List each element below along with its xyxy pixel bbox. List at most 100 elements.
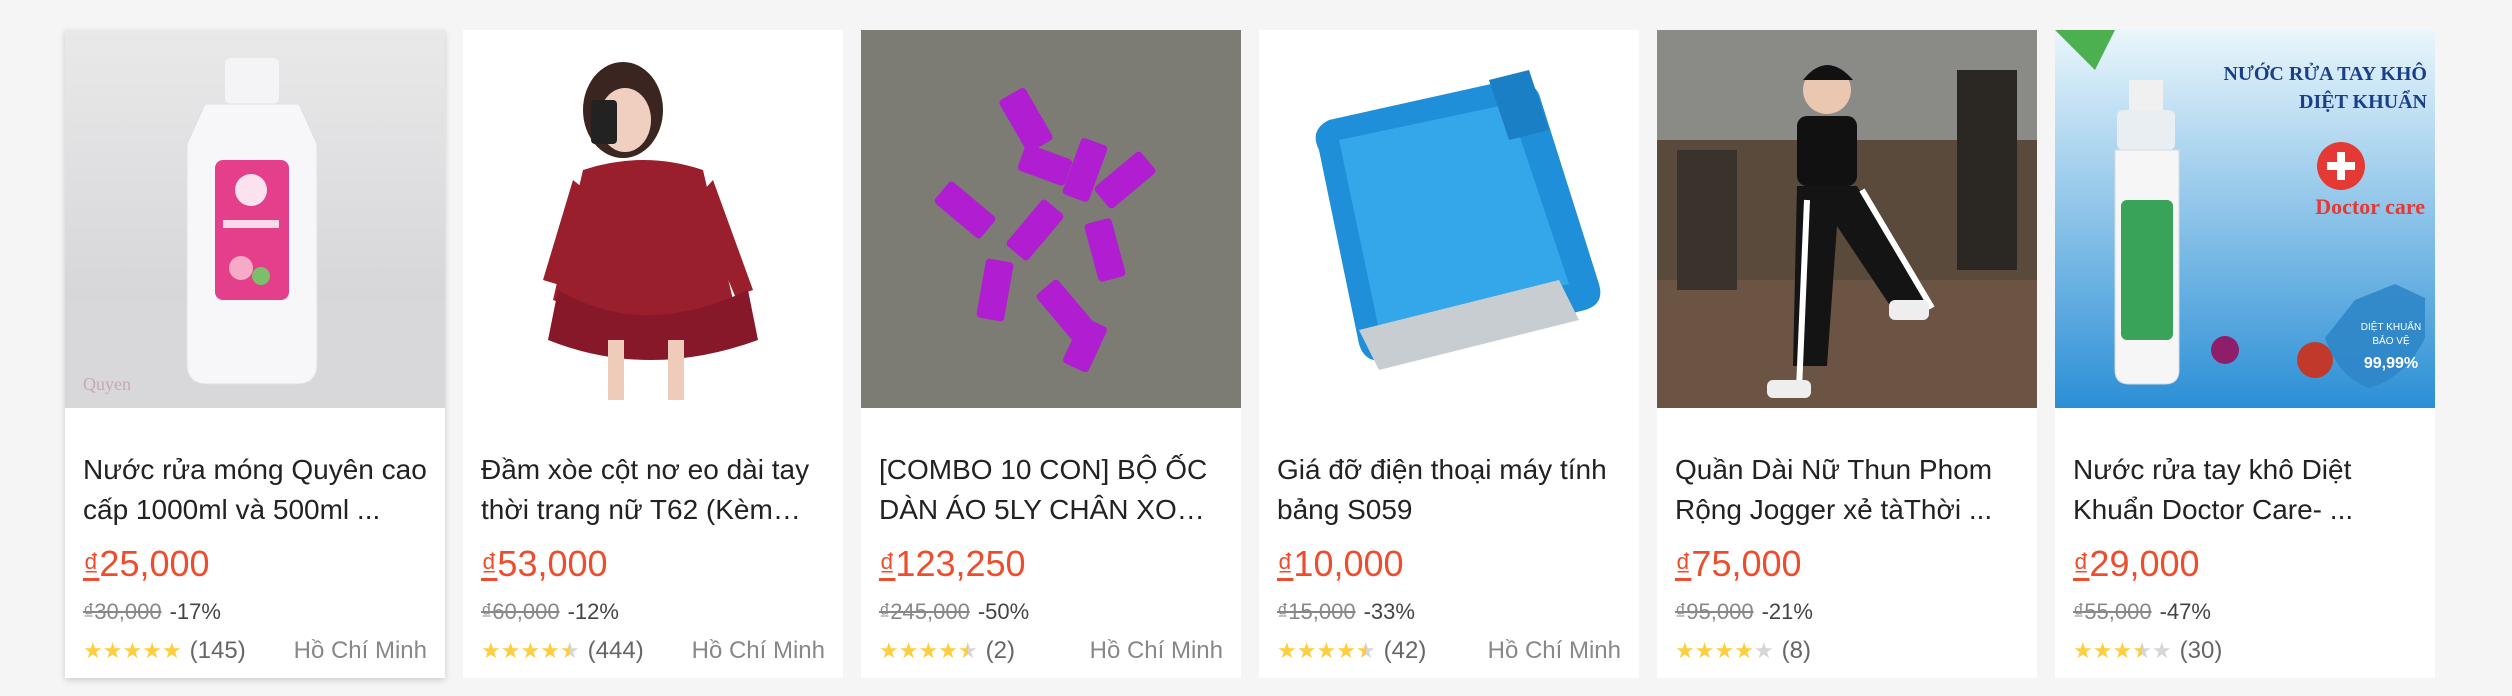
- price-value: 10,000: [1293, 543, 1404, 584]
- star-icon: ★: [500, 638, 521, 663]
- product-card[interactable]: Đầm xòe cột nơ eo dài tay thời trang nữ …: [463, 30, 843, 678]
- rating-row: ★ ★ ★ ★ ★ (30): [2073, 637, 2417, 665]
- location: Hồ Chí Minh: [691, 637, 825, 664]
- product-price: ₫123,250: [879, 542, 1223, 587]
- half-star-icon: ★: [2132, 638, 2152, 663]
- rating-row: ★ ★ ★ ★ ★ (42) Hồ Chí Minh: [1277, 637, 1621, 665]
- rating-row: ★ ★ ★ ★ ★ (8): [1675, 637, 2019, 665]
- product-card[interactable]: Giá đỡ điện thoại máy tính bảng S059 ₫10…: [1259, 30, 1639, 678]
- currency-symbol: ₫: [481, 547, 498, 583]
- location: Hồ Chí Minh: [1089, 637, 1223, 664]
- product-card[interactable]: NƯỚC RỬA TAY KHÔ DIỆT KHUẨN Doctor care …: [2055, 30, 2435, 678]
- price-meta: ₫15,000 -33%: [1277, 597, 1621, 627]
- product-title[interactable]: Quần Dài Nữ Thun Phom Rộng Jogger xẻ tàT…: [1675, 450, 2019, 530]
- old-price: ₫60,000: [481, 599, 560, 624]
- product-price: ₫10,000: [1277, 542, 1621, 587]
- rating-stars: ★ ★ ★ ★ ★ (8): [1675, 637, 1811, 665]
- discount-badge: -17%: [169, 599, 221, 624]
- product-image-purple-screws[interactable]: [861, 30, 1241, 408]
- svg-text:Doctor care: Doctor care: [2315, 194, 2425, 219]
- star-icon: ★: [1714, 638, 1735, 663]
- star-icon: ★: [938, 638, 958, 663]
- currency-symbol: ₫: [2073, 547, 2090, 583]
- old-price: ₫245,000: [879, 599, 970, 624]
- empty-star-icon: ★: [1753, 638, 1774, 663]
- product-price: ₫75,000: [1675, 542, 2019, 587]
- svg-text:DIỆT KHUẨN: DIỆT KHUẨN: [2299, 89, 2428, 113]
- rating-stars: ★ ★ ★ ★ ★ (30): [2073, 637, 2222, 665]
- star-icon: ★: [879, 638, 899, 663]
- review-count: (30): [2179, 637, 2223, 664]
- product-title[interactable]: Giá đỡ điện thoại máy tính bảng S059: [1277, 450, 1621, 530]
- location: Hồ Chí Minh: [293, 637, 427, 664]
- old-price: ₫95,000: [1675, 599, 1754, 624]
- price-meta: ₫55,000 -47%: [2073, 597, 2417, 627]
- old-price: ₫55,000: [2073, 599, 2152, 624]
- star-icon: ★: [122, 638, 143, 663]
- discount-badge: -12%: [567, 599, 619, 624]
- currency-symbol: ₫: [1675, 547, 1692, 583]
- rating-stars: ★ ★ ★ ★ ★ (2): [879, 637, 1015, 665]
- product-title[interactable]: Nước rửa móng Quyên cao cấp 1000ml và 50…: [83, 450, 427, 530]
- price-value: 53,000: [497, 543, 608, 584]
- price-value: 75,000: [1691, 543, 1802, 584]
- rating-row: ★ ★ ★ ★ ★ (2) Hồ Chí Minh: [879, 637, 1223, 665]
- location: Hồ Chí Minh: [1487, 637, 1621, 664]
- empty-star-icon: ★: [2151, 638, 2172, 663]
- star-icon: ★: [83, 638, 103, 663]
- product-title[interactable]: Nước rửa tay khô Diệt Khuẩn Doctor Care-…: [2073, 450, 2417, 530]
- product-price: ₫53,000: [481, 542, 825, 587]
- old-price: ₫15,000: [1277, 599, 1356, 624]
- star-icon: ★: [142, 638, 162, 663]
- svg-text:BẢO VỆ: BẢO VỆ: [2372, 334, 2410, 347]
- price-meta: ₫30,000 -17%: [83, 597, 427, 627]
- star-icon: ★: [1734, 638, 1754, 663]
- star-icon: ★: [1296, 638, 1317, 663]
- product-grid: Quyen Nước rửa móng Quyên cao cấp 1000ml…: [65, 30, 2435, 678]
- product-card[interactable]: Quyen Nước rửa móng Quyên cao cấp 1000ml…: [65, 30, 445, 678]
- star-icon: ★: [2112, 638, 2133, 663]
- review-count: (444): [587, 637, 644, 664]
- svg-text:Quyen: Quyen: [83, 374, 131, 394]
- price-meta: ₫245,000 -50%: [879, 597, 1223, 627]
- product-image-phone-stand[interactable]: [1259, 30, 1639, 408]
- price-value: 25,000: [99, 543, 210, 584]
- half-star-icon: ★: [559, 638, 580, 663]
- review-count: (145): [189, 637, 246, 664]
- product-image-hand-sanitizer[interactable]: NƯỚC RỬA TAY KHÔ DIỆT KHUẨN Doctor care …: [2055, 30, 2435, 408]
- product-image-nail-polish-remover[interactable]: Quyen: [65, 30, 445, 408]
- star-icon: ★: [540, 638, 560, 663]
- discount-badge: -50%: [977, 599, 1030, 624]
- price-meta: ₫60,000 -12%: [481, 597, 825, 627]
- svg-text:DIỆT KHUẨN: DIỆT KHUẨN: [2361, 320, 2421, 333]
- star-icon: ★: [2092, 638, 2113, 663]
- star-icon: ★: [481, 638, 501, 663]
- rating-row: ★ ★ ★ ★ ★ (444) Hồ Chí Minh: [481, 637, 825, 665]
- rating-stars: ★ ★ ★ ★ ★ (42): [1277, 637, 1426, 665]
- half-star-icon: ★: [957, 638, 978, 663]
- star-icon: ★: [1277, 638, 1297, 663]
- discount-badge: -21%: [1761, 599, 1813, 624]
- product-price: ₫25,000: [83, 542, 427, 587]
- star-icon: ★: [1316, 638, 1337, 663]
- svg-text:99,99%: 99,99%: [2364, 355, 2418, 372]
- product-image-red-dress[interactable]: [463, 30, 843, 408]
- product-price: ₫29,000: [2073, 542, 2417, 587]
- product-card[interactable]: Quần Dài Nữ Thun Phom Rộng Jogger xẻ tàT…: [1657, 30, 2037, 678]
- star-icon: ★: [1675, 638, 1695, 663]
- product-image-jogger-pants[interactable]: [1657, 30, 2037, 408]
- review-count: (2): [985, 637, 1016, 664]
- half-star-icon: ★: [1355, 638, 1376, 663]
- currency-symbol: ₫: [1277, 547, 1294, 583]
- currency-symbol: ₫: [83, 547, 100, 583]
- discount-badge: -33%: [1363, 599, 1415, 624]
- old-price: ₫30,000: [83, 599, 162, 624]
- product-title[interactable]: Đầm xòe cột nơ eo dài tay thời trang nữ …: [481, 450, 825, 530]
- rating-stars: ★ ★ ★ ★ ★ (145): [83, 637, 246, 665]
- product-title[interactable]: [COMBO 10 CON] BỘ ỐC DÀN ÁO 5LY CHÂN XOẮ…: [879, 450, 1223, 530]
- star-icon: ★: [1336, 638, 1356, 663]
- product-card[interactable]: [COMBO 10 CON] BỘ ỐC DÀN ÁO 5LY CHÂN XOẮ…: [861, 30, 1241, 678]
- star-icon: ★: [102, 638, 123, 663]
- rating-stars: ★ ★ ★ ★ ★ (444): [481, 637, 644, 665]
- discount-badge: -47%: [2159, 599, 2211, 624]
